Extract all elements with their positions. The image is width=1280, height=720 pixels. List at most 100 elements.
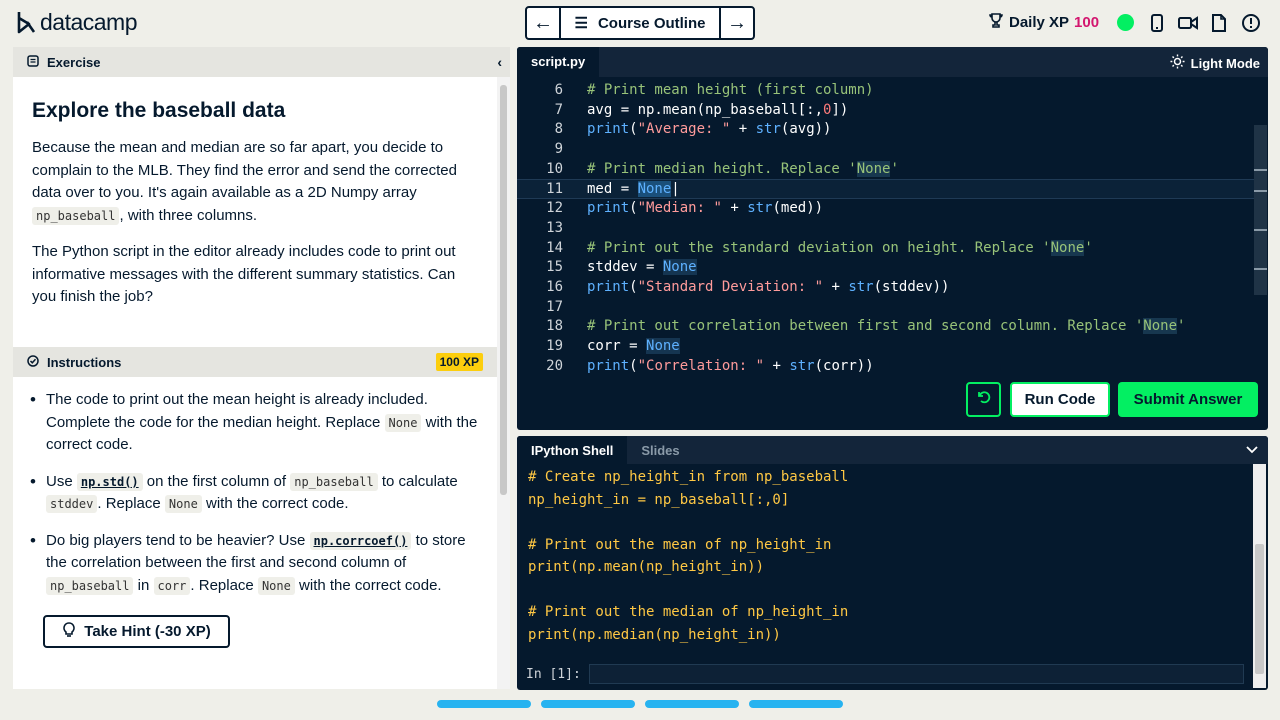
code-line: 10 # Print median height. Replace 'None' [546, 160, 899, 177]
daily-xp-value: 100 [1074, 13, 1100, 31]
exercise-paragraph-2: The Python script in the editor already … [32, 243, 456, 305]
prev-exercise-button[interactable]: ← [527, 8, 561, 38]
datacamp-logo[interactable]: datacamp [16, 9, 138, 36]
exercise-label: Exercise [47, 54, 101, 70]
scroll-mark [1254, 190, 1267, 192]
tab-slides[interactable]: Slides [627, 436, 693, 464]
instructions-header: Instructions 100 XP [13, 347, 497, 377]
exercise-progress [437, 700, 843, 708]
code-line: 14 # Print out the standard deviation on … [546, 239, 1093, 256]
exercise-panel: Exercise ‹ Explore the baseball data Bec… [13, 47, 510, 689]
progress-segment[interactable] [645, 700, 739, 708]
scrollbar-thumb[interactable] [1255, 544, 1264, 674]
code-line: 12 print("Median: " + str(med)) [546, 200, 824, 217]
code-line: 13 [546, 219, 563, 236]
shell-scrollbar[interactable] [1253, 464, 1266, 688]
code-line: 7 avg = np.mean(np_baseball[:,0]) [554, 101, 849, 118]
code-line: 19 corr = None [546, 337, 680, 354]
progress-segment[interactable] [749, 700, 843, 708]
xp-badge: 100 XP [435, 353, 483, 371]
logo-icon [17, 11, 36, 33]
shell-line: # Print out the median of np_height_in [528, 604, 849, 620]
np-std-link[interactable]: np.std() [76, 472, 143, 491]
daily-xp-label: Daily XP [1009, 13, 1070, 31]
course-outline-button[interactable]: ☰ Course Outline [561, 8, 719, 38]
editor-tabs: script.py Light Mode [517, 47, 1268, 77]
shell-line: print(np.mean(np_height_in)) [528, 559, 765, 575]
instruction-item: The code to print out the mean height is… [26, 389, 486, 457]
np-corrcoef-link[interactable]: np.corrcoef() [309, 531, 412, 550]
code-line: 9 [554, 141, 563, 158]
sun-icon [1170, 54, 1185, 72]
submit-answer-button[interactable]: Submit Answer [1118, 382, 1258, 417]
tab-script-py[interactable]: script.py [517, 47, 600, 77]
instructions-label: Instructions [47, 354, 122, 370]
exercise-title: Explore the baseball data [32, 99, 286, 122]
lightbulb-icon [62, 621, 76, 642]
tab-ipython-shell[interactable]: IPython Shell [517, 436, 628, 464]
arrow-right-icon: → [727, 11, 747, 34]
light-mode-label: Light Mode [1190, 55, 1260, 71]
code-line: 20 print("Correlation: " + str(corr)) [546, 357, 874, 374]
status-indicator [1117, 14, 1134, 31]
code-line: 8 print("Average: " + str(avg)) [554, 121, 832, 138]
code-editor: script.py Light Mode 6 # Print mean heigh… [517, 47, 1268, 430]
code-line-current: 11 med = None| [517, 179, 1257, 200]
shell-output: # Create np_height_in from np_baseball n… [528, 466, 848, 646]
shell-input[interactable] [588, 664, 1244, 684]
course-nav: ← ☰ Course Outline → [525, 6, 755, 40]
shell-line: # Print out the mean of np_height_in [528, 536, 832, 553]
instructions-icon [27, 354, 39, 370]
exercise-paragraph-1: Because the mean and median are so far a… [32, 139, 457, 225]
video-icon[interactable] [1177, 12, 1199, 34]
shell-line: # Create np_height_in from np_baseball [528, 469, 849, 485]
progress-segment[interactable] [437, 700, 531, 708]
alert-icon[interactable] [1240, 12, 1262, 34]
scroll-mark [1254, 169, 1267, 171]
scroll-mark [1254, 268, 1267, 270]
code-line: 15 stddev = None [546, 259, 697, 276]
scroll-mark [1254, 229, 1267, 231]
code-area[interactable]: 6 # Print mean height (first column) 7 avg… [517, 81, 1257, 381]
code-line: 6 # Print mean height (first column) [554, 82, 874, 98]
code-line: 18 # Print out correlation between first … [546, 318, 1186, 335]
instruction-item: Do big players tend to be heavier? Use n… [26, 530, 486, 598]
exercise-header: Exercise ‹ [13, 47, 510, 77]
light-mode-toggle[interactable]: Light Mode [1170, 54, 1260, 72]
reset-button[interactable] [966, 382, 1001, 417]
document-icon[interactable] [1208, 12, 1230, 34]
chevron-left-icon[interactable]: ‹ [497, 54, 502, 70]
shell-line: np_height_in = np_baseball[:,0] [528, 491, 790, 508]
progress-segment[interactable] [541, 700, 635, 708]
ipython-shell: IPython Shell Slides # Create np_height_… [517, 436, 1268, 690]
reset-icon [976, 389, 992, 410]
exercise-icon [27, 54, 39, 70]
run-code-button[interactable]: Run Code [1010, 382, 1110, 417]
chevron-down-icon[interactable] [1246, 442, 1258, 457]
scrollbar-thumb[interactable] [500, 85, 507, 495]
shell-tabs: IPython Shell Slides [517, 436, 1268, 464]
code-line: 16 print("Standard Deviation: " + str(std… [546, 278, 950, 295]
menu-icon: ☰ [574, 15, 588, 32]
code-np-baseball: np_baseball [32, 206, 120, 225]
mobile-icon[interactable] [1146, 12, 1168, 34]
course-outline-label: Course Outline [597, 14, 706, 32]
instruction-item: Use np.std() on the first column of np_b… [26, 471, 486, 516]
prompt-label: In [1]: [526, 666, 581, 682]
daily-xp[interactable]: Daily XP 100 [988, 12, 1099, 32]
exercise-scrollbar[interactable] [497, 77, 510, 689]
code-line: 17 [546, 298, 563, 315]
editor-scrollbar[interactable] [1254, 125, 1267, 295]
top-bar: datacamp ← ☰ Course Outline → Daily XP 1… [0, 0, 1280, 46]
exercise-body: Explore the baseball data Because the me… [13, 77, 497, 309]
logo-text: datacamp [40, 9, 138, 35]
next-exercise-button[interactable]: → [719, 8, 753, 38]
shell-prompt: In [1]: [526, 664, 1244, 684]
shell-line: print(np.median(np_height_in)) [528, 626, 781, 643]
take-hint-button[interactable]: Take Hint (-30 XP) [43, 615, 230, 648]
take-hint-label: Take Hint (-30 XP) [84, 623, 211, 640]
trophy-icon [988, 12, 1004, 32]
instructions-list: The code to print out the mean height is… [26, 389, 486, 611]
